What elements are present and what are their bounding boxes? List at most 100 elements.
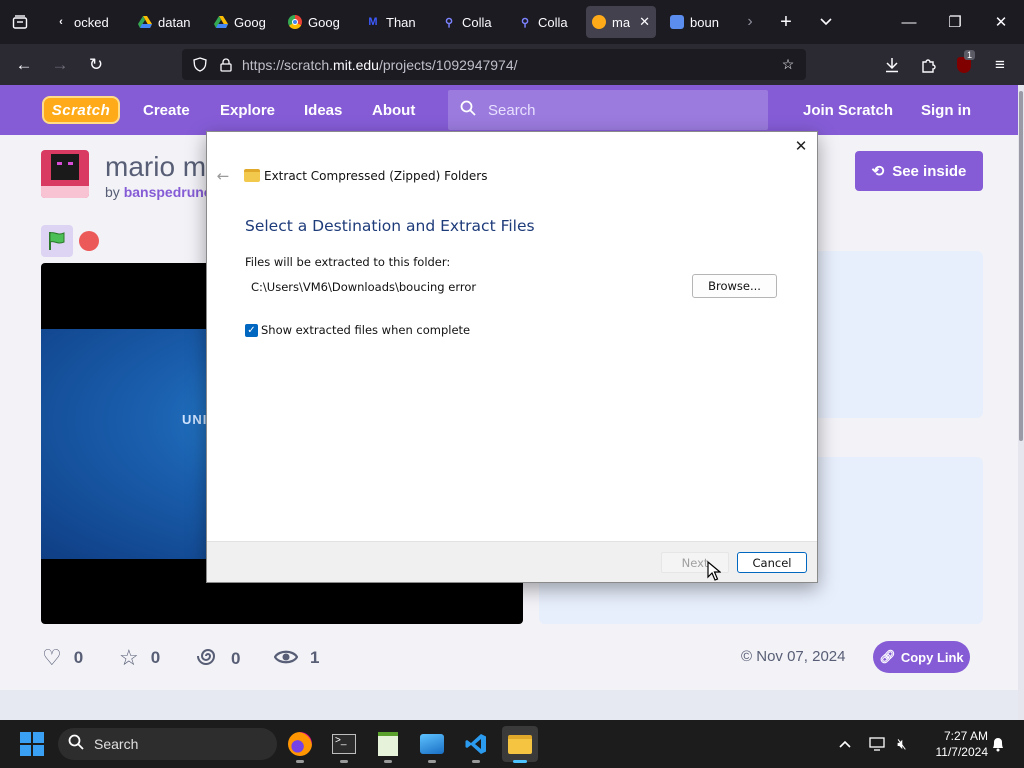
page-scrollbar[interactable] [1018, 85, 1024, 720]
photos-icon[interactable] [414, 726, 450, 763]
scroll-tabs-right-icon[interactable]: › [738, 0, 762, 44]
sign-in-link[interactable]: Sign in [921, 85, 971, 135]
see-inside-label: See inside [892, 162, 967, 180]
back-arrow-icon[interactable]: ← [213, 167, 233, 185]
terminal-icon[interactable]: >_ [326, 726, 362, 763]
dialog-heading: Select a Destination and Extract Files [245, 217, 535, 235]
notification-bell-icon[interactable] [988, 720, 1008, 768]
green-flag-icon [49, 232, 65, 250]
magnifier-icon: ⚲ [444, 16, 454, 29]
show-files-label[interactable]: Show extracted files when complete [261, 323, 470, 337]
shield-icon[interactable] [186, 49, 214, 80]
show-files-checkbox[interactable]: ✓ [245, 324, 258, 337]
nav-ideas[interactable]: Ideas [304, 85, 342, 135]
browser-tab-bar: ‹ ocked datan Goog Goog M Than ⚲ Colla ⚲… [0, 0, 1024, 44]
tab-2[interactable]: datan [132, 6, 202, 38]
chrome-icon [288, 15, 302, 29]
tab-list-chevron-icon[interactable] [812, 0, 840, 44]
scratch-icon [592, 15, 606, 29]
vscode-icon[interactable] [458, 726, 494, 763]
nav-explore[interactable]: Explore [220, 85, 275, 135]
tab-label: Goog [234, 14, 266, 30]
scratch-search-input[interactable]: Search [448, 90, 768, 130]
author-link[interactable]: banspedruno [124, 184, 213, 200]
project-byline: by banspedruno [105, 184, 212, 200]
forward-icon[interactable]: → [42, 44, 78, 85]
tab-overview-icon[interactable] [6, 0, 34, 44]
tab-label: ocked [74, 14, 109, 30]
tab-active-scratch[interactable]: ma ✕ [586, 6, 656, 38]
see-inside-button[interactable]: ⟲ See inside [855, 151, 983, 191]
close-icon[interactable]: ✕ [791, 136, 811, 156]
restore-icon[interactable]: ❐ [932, 0, 978, 44]
reload-icon[interactable]: ↻ [78, 44, 114, 85]
taskbar-search[interactable]: Search [58, 728, 277, 760]
star-icon: ☆ [119, 645, 139, 670]
loves-stat[interactable]: ♡ 0 [42, 645, 83, 671]
chevron-up-icon[interactable] [834, 720, 856, 768]
cancel-button[interactable]: Cancel [737, 552, 807, 573]
project-thumbnail [41, 150, 89, 198]
nav-create[interactable]: Create [143, 85, 190, 135]
project-date: © Nov 07, 2024 [741, 648, 845, 665]
drive-icon [138, 15, 152, 29]
notepad-icon[interactable] [370, 726, 406, 763]
volume-muted-icon[interactable]: 🔇︎ [892, 720, 912, 768]
ublock-icon[interactable]: 1 [946, 44, 982, 85]
taskbar-search-label: Search [94, 736, 139, 752]
back-icon[interactable]: ← [6, 44, 42, 85]
file-explorer-icon[interactable] [502, 726, 538, 763]
tab-label: Colla [462, 14, 492, 30]
remixes-count: 0 [231, 649, 241, 668]
copy-link-button[interactable]: 🔗︎ Copy Link [873, 641, 970, 673]
tab-1[interactable]: ‹ ocked [48, 6, 120, 38]
tab-label: Than [386, 14, 416, 30]
eye-icon [273, 645, 299, 671]
firefox-icon[interactable] [282, 726, 318, 763]
network-display-icon[interactable] [866, 720, 888, 768]
zipped-folder-icon [244, 169, 260, 182]
menu-hamburger-icon[interactable]: ≡ [982, 44, 1018, 85]
tab-9[interactable]: boun [664, 6, 736, 38]
tab-3[interactable]: Goog [208, 6, 274, 38]
tab-close-icon[interactable]: ✕ [639, 14, 650, 30]
favorites-stat[interactable]: ☆ 0 [119, 645, 160, 671]
chevron-left-icon: ‹ [59, 16, 63, 28]
clock-time: 7:27 AM [943, 729, 988, 743]
url-path: /projects/1092947974/ [378, 56, 518, 73]
views-count: 1 [310, 648, 320, 667]
browse-button[interactable]: Browse... [692, 274, 777, 298]
taskbar-clock[interactable]: 7:27 AM 11/7/2024 [918, 728, 989, 760]
start-button[interactable] [20, 732, 44, 756]
clock-date: 11/7/2024 [935, 745, 989, 759]
m-icon: M [368, 16, 378, 28]
extensions-icon[interactable] [910, 44, 946, 85]
loves-count: 0 [73, 648, 84, 667]
url-prefix: https://scratch. [242, 56, 334, 73]
stage-text: UNI [182, 412, 208, 427]
minimize-icon[interactable]: — [886, 0, 932, 44]
new-tab-icon[interactable]: + [772, 0, 800, 44]
date-text: Nov 07, 2024 [756, 648, 846, 665]
tab-7[interactable]: ⚲ Colla [512, 6, 578, 38]
tab-6[interactable]: ⚲ Colla [436, 6, 502, 38]
green-flag-button[interactable] [41, 225, 73, 257]
address-bar[interactable]: https://scratch. mit.edu/projects/1092947… [182, 49, 806, 80]
scrollbar-thumb[interactable] [1019, 91, 1023, 441]
stop-button[interactable] [79, 231, 99, 251]
nav-about[interactable]: About [372, 85, 415, 135]
join-scratch-link[interactable]: Join Scratch [803, 85, 893, 135]
lock-icon[interactable] [212, 49, 240, 80]
downloads-icon[interactable] [874, 44, 910, 85]
close-window-icon[interactable]: ✕ [978, 0, 1024, 44]
tab-4[interactable]: Goog [282, 6, 350, 38]
dialog-footer: Next Cancel [207, 541, 817, 582]
favorites-count: 0 [150, 648, 161, 667]
search-icon [68, 734, 84, 755]
destination-path-field[interactable]: C:\Users\VM6\Downloads\boucing error [245, 276, 685, 298]
tab-5[interactable]: M Than [360, 6, 426, 38]
tab-label: boun [690, 14, 719, 30]
url-host: mit.edu [333, 56, 379, 73]
bookmark-star-icon[interactable]: ☆ [774, 49, 802, 80]
scratch-logo[interactable]: Scratch [42, 96, 120, 124]
